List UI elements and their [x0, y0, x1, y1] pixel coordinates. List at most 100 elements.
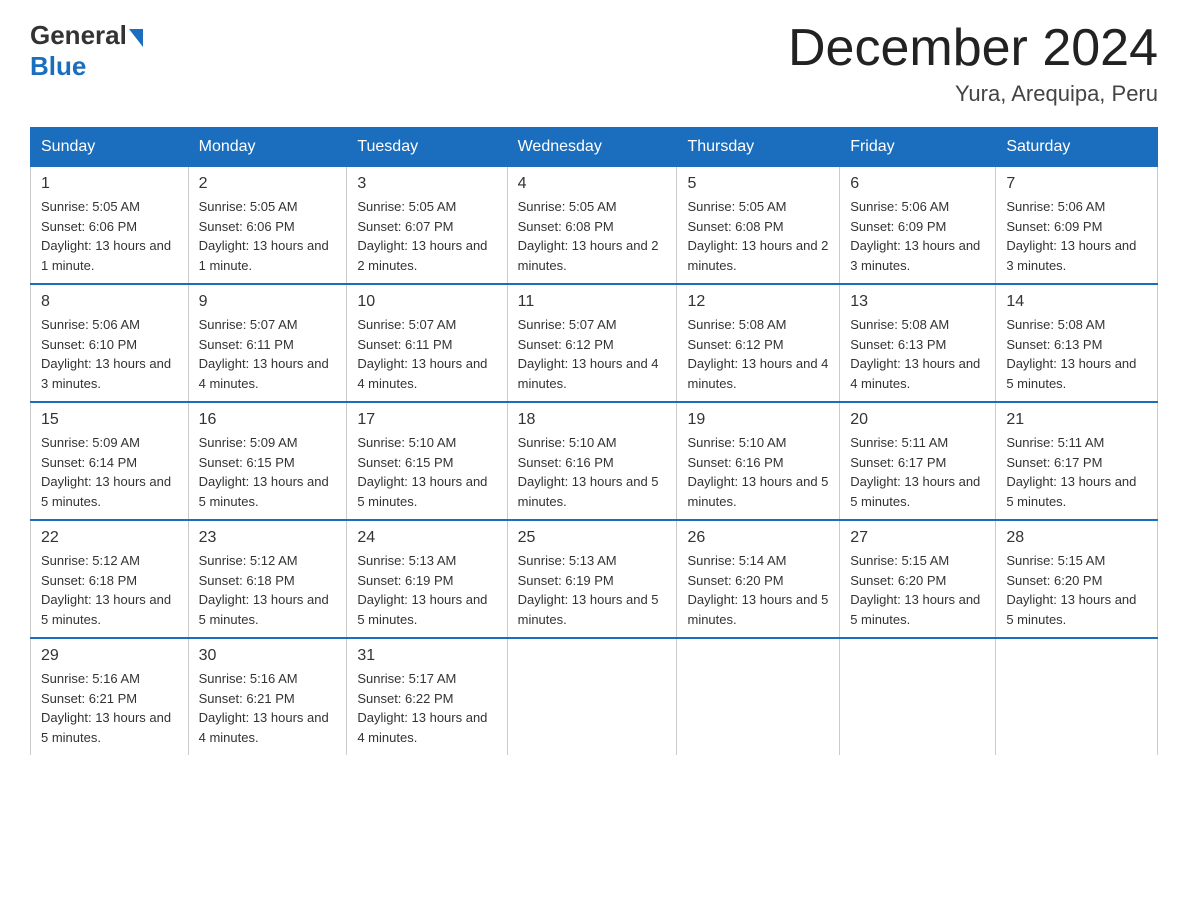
title-section: December 2024 Yura, Arequipa, Peru: [788, 20, 1158, 107]
day-number: 31: [357, 647, 496, 665]
day-info: Sunrise: 5:10 AM Sunset: 6:16 PM Dayligh…: [687, 433, 829, 511]
day-info: Sunrise: 5:13 AM Sunset: 6:19 PM Dayligh…: [518, 551, 667, 629]
table-row: 20 Sunrise: 5:11 AM Sunset: 6:17 PM Dayl…: [840, 402, 996, 520]
table-row: 19 Sunrise: 5:10 AM Sunset: 6:16 PM Dayl…: [677, 402, 840, 520]
day-number: 4: [518, 175, 667, 193]
day-number: 26: [687, 529, 829, 547]
table-row: 30 Sunrise: 5:16 AM Sunset: 6:21 PM Dayl…: [188, 638, 347, 755]
day-info: Sunrise: 5:15 AM Sunset: 6:20 PM Dayligh…: [850, 551, 985, 629]
day-info: Sunrise: 5:10 AM Sunset: 6:15 PM Dayligh…: [357, 433, 496, 511]
day-number: 24: [357, 529, 496, 547]
header-wednesday: Wednesday: [507, 128, 677, 167]
day-number: 21: [1006, 411, 1147, 429]
day-info: Sunrise: 5:10 AM Sunset: 6:16 PM Dayligh…: [518, 433, 667, 511]
location-text: Yura, Arequipa, Peru: [788, 81, 1158, 107]
header-monday: Monday: [188, 128, 347, 167]
table-row: 12 Sunrise: 5:08 AM Sunset: 6:12 PM Dayl…: [677, 284, 840, 402]
day-info: Sunrise: 5:06 AM Sunset: 6:09 PM Dayligh…: [850, 197, 985, 275]
day-info: Sunrise: 5:05 AM Sunset: 6:08 PM Dayligh…: [687, 197, 829, 275]
table-row: 25 Sunrise: 5:13 AM Sunset: 6:19 PM Dayl…: [507, 520, 677, 638]
table-row: [507, 638, 677, 755]
table-row: 3 Sunrise: 5:05 AM Sunset: 6:07 PM Dayli…: [347, 167, 507, 285]
day-info: Sunrise: 5:07 AM Sunset: 6:12 PM Dayligh…: [518, 315, 667, 393]
day-info: Sunrise: 5:07 AM Sunset: 6:11 PM Dayligh…: [357, 315, 496, 393]
table-row: 10 Sunrise: 5:07 AM Sunset: 6:11 PM Dayl…: [347, 284, 507, 402]
day-number: 11: [518, 293, 667, 311]
logo: General Blue: [30, 20, 145, 82]
day-number: 5: [687, 175, 829, 193]
day-number: 18: [518, 411, 667, 429]
table-row: 18 Sunrise: 5:10 AM Sunset: 6:16 PM Dayl…: [507, 402, 677, 520]
table-row: 26 Sunrise: 5:14 AM Sunset: 6:20 PM Dayl…: [677, 520, 840, 638]
header-saturday: Saturday: [996, 128, 1158, 167]
table-row: 27 Sunrise: 5:15 AM Sunset: 6:20 PM Dayl…: [840, 520, 996, 638]
table-row: 2 Sunrise: 5:05 AM Sunset: 6:06 PM Dayli…: [188, 167, 347, 285]
day-number: 27: [850, 529, 985, 547]
day-info: Sunrise: 5:09 AM Sunset: 6:14 PM Dayligh…: [41, 433, 178, 511]
header-friday: Friday: [840, 128, 996, 167]
calendar-week-row: 29 Sunrise: 5:16 AM Sunset: 6:21 PM Dayl…: [31, 638, 1158, 755]
day-info: Sunrise: 5:08 AM Sunset: 6:12 PM Dayligh…: [687, 315, 829, 393]
day-info: Sunrise: 5:13 AM Sunset: 6:19 PM Dayligh…: [357, 551, 496, 629]
day-number: 8: [41, 293, 178, 311]
month-title: December 2024: [788, 20, 1158, 77]
day-info: Sunrise: 5:11 AM Sunset: 6:17 PM Dayligh…: [1006, 433, 1147, 511]
day-number: 20: [850, 411, 985, 429]
table-row: 17 Sunrise: 5:10 AM Sunset: 6:15 PM Dayl…: [347, 402, 507, 520]
day-info: Sunrise: 5:16 AM Sunset: 6:21 PM Dayligh…: [199, 669, 337, 747]
calendar-week-row: 15 Sunrise: 5:09 AM Sunset: 6:14 PM Dayl…: [31, 402, 1158, 520]
day-number: 6: [850, 175, 985, 193]
table-row: [840, 638, 996, 755]
day-info: Sunrise: 5:15 AM Sunset: 6:20 PM Dayligh…: [1006, 551, 1147, 629]
day-number: 15: [41, 411, 178, 429]
calendar-week-row: 22 Sunrise: 5:12 AM Sunset: 6:18 PM Dayl…: [31, 520, 1158, 638]
table-row: 7 Sunrise: 5:06 AM Sunset: 6:09 PM Dayli…: [996, 167, 1158, 285]
day-number: 1: [41, 175, 178, 193]
day-info: Sunrise: 5:06 AM Sunset: 6:10 PM Dayligh…: [41, 315, 178, 393]
day-info: Sunrise: 5:08 AM Sunset: 6:13 PM Dayligh…: [1006, 315, 1147, 393]
table-row: 13 Sunrise: 5:08 AM Sunset: 6:13 PM Dayl…: [840, 284, 996, 402]
day-info: Sunrise: 5:05 AM Sunset: 6:07 PM Dayligh…: [357, 197, 496, 275]
header-tuesday: Tuesday: [347, 128, 507, 167]
day-number: 19: [687, 411, 829, 429]
page-header: General Blue December 2024 Yura, Arequip…: [30, 20, 1158, 107]
header-sunday: Sunday: [31, 128, 189, 167]
table-row: 8 Sunrise: 5:06 AM Sunset: 6:10 PM Dayli…: [31, 284, 189, 402]
day-info: Sunrise: 5:06 AM Sunset: 6:09 PM Dayligh…: [1006, 197, 1147, 275]
header-thursday: Thursday: [677, 128, 840, 167]
day-number: 22: [41, 529, 178, 547]
day-number: 3: [357, 175, 496, 193]
day-number: 12: [687, 293, 829, 311]
calendar-week-row: 8 Sunrise: 5:06 AM Sunset: 6:10 PM Dayli…: [31, 284, 1158, 402]
table-row: 21 Sunrise: 5:11 AM Sunset: 6:17 PM Dayl…: [996, 402, 1158, 520]
logo-general-text: General: [30, 20, 127, 51]
day-number: 7: [1006, 175, 1147, 193]
table-row: 16 Sunrise: 5:09 AM Sunset: 6:15 PM Dayl…: [188, 402, 347, 520]
table-row: 14 Sunrise: 5:08 AM Sunset: 6:13 PM Dayl…: [996, 284, 1158, 402]
table-row: 4 Sunrise: 5:05 AM Sunset: 6:08 PM Dayli…: [507, 167, 677, 285]
day-number: 17: [357, 411, 496, 429]
day-number: 29: [41, 647, 178, 665]
table-row: 22 Sunrise: 5:12 AM Sunset: 6:18 PM Dayl…: [31, 520, 189, 638]
day-info: Sunrise: 5:07 AM Sunset: 6:11 PM Dayligh…: [199, 315, 337, 393]
day-info: Sunrise: 5:05 AM Sunset: 6:06 PM Dayligh…: [41, 197, 178, 275]
day-number: 23: [199, 529, 337, 547]
day-info: Sunrise: 5:16 AM Sunset: 6:21 PM Dayligh…: [41, 669, 178, 747]
day-info: Sunrise: 5:08 AM Sunset: 6:13 PM Dayligh…: [850, 315, 985, 393]
table-row: 6 Sunrise: 5:06 AM Sunset: 6:09 PM Dayli…: [840, 167, 996, 285]
table-row: [677, 638, 840, 755]
table-row: 23 Sunrise: 5:12 AM Sunset: 6:18 PM Dayl…: [188, 520, 347, 638]
day-number: 13: [850, 293, 985, 311]
day-number: 9: [199, 293, 337, 311]
day-number: 14: [1006, 293, 1147, 311]
day-number: 28: [1006, 529, 1147, 547]
table-row: 1 Sunrise: 5:05 AM Sunset: 6:06 PM Dayli…: [31, 167, 189, 285]
day-number: 2: [199, 175, 337, 193]
calendar-header-row: Sunday Monday Tuesday Wednesday Thursday…: [31, 128, 1158, 167]
logo-arrow-icon: [129, 29, 143, 47]
day-number: 10: [357, 293, 496, 311]
table-row: 15 Sunrise: 5:09 AM Sunset: 6:14 PM Dayl…: [31, 402, 189, 520]
day-number: 25: [518, 529, 667, 547]
day-info: Sunrise: 5:12 AM Sunset: 6:18 PM Dayligh…: [41, 551, 178, 629]
table-row: 24 Sunrise: 5:13 AM Sunset: 6:19 PM Dayl…: [347, 520, 507, 638]
